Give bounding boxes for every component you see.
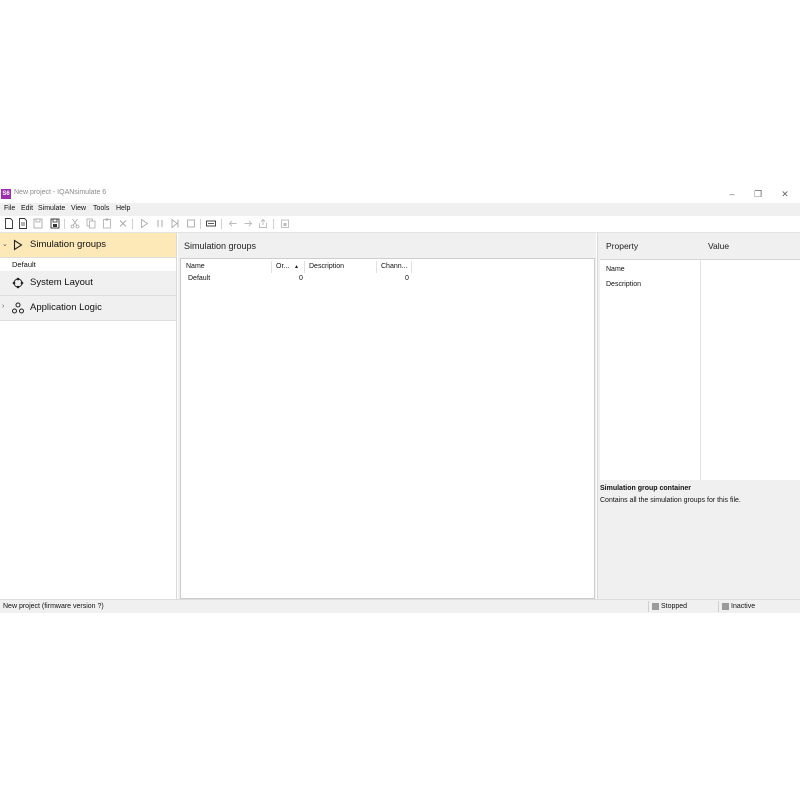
property-column-header: Property — [606, 241, 639, 251]
column-header-channels[interactable]: Chann... — [381, 263, 407, 270]
toolbar-separator — [132, 219, 133, 229]
minimize-button[interactable]: – — [725, 188, 739, 200]
fit-icon[interactable] — [206, 218, 216, 229]
toolbar-separator — [64, 219, 65, 229]
menu-tools[interactable]: Tools — [93, 205, 109, 212]
maximize-button[interactable]: ❐ — [751, 188, 765, 200]
value-column-header: Value — [708, 241, 730, 251]
toolbar — [0, 216, 800, 233]
toolbar-separator — [273, 219, 274, 229]
connection-indicator — [722, 603, 729, 610]
title-bar: S6 New project - IQANsimulate 6 – ❐ ✕ — [0, 186, 800, 203]
column-header-description[interactable]: Description — [309, 263, 344, 270]
save-as-icon[interactable] — [50, 218, 60, 229]
window-title: New project - IQANsimulate 6 — [14, 189, 107, 196]
undo-icon[interactable] — [228, 218, 238, 229]
panel-title: Simulation groups — [184, 241, 257, 251]
menu-bar: File Edit Simulate View Tools Help — [0, 203, 800, 216]
play-icon[interactable] — [139, 218, 149, 229]
simulation-groups-table: Name Or... ▲ Description Chann... Defaul… — [180, 258, 595, 599]
nav-label: System Layout — [30, 277, 93, 288]
delete-icon[interactable] — [118, 218, 128, 229]
property-description[interactable]: Description — [606, 281, 641, 288]
menu-file[interactable]: File — [4, 205, 15, 212]
simulation-groups-panel: Simulation groups Name Or... ▲ Descripti… — [178, 233, 596, 599]
property-grid: Name Description — [600, 259, 800, 480]
status-bar: New project (firmware version ?) Stopped… — [0, 599, 800, 613]
column-separator[interactable] — [304, 261, 305, 273]
column-separator[interactable] — [411, 261, 412, 273]
export-icon[interactable] — [258, 218, 268, 229]
nav-label: Application Logic — [30, 302, 102, 313]
sort-ascending-icon: ▲ — [294, 264, 299, 270]
logic-nodes-icon — [12, 302, 24, 314]
cell-name: Default — [188, 275, 211, 282]
app-window: S6 New project - IQANsimulate 6 – ❐ ✕ Fi… — [0, 186, 800, 613]
nav-system-layout[interactable]: System Layout — [0, 271, 176, 296]
properties-panel: Property Value Name Description Simulati… — [597, 233, 800, 599]
import-icon[interactable] — [280, 218, 290, 229]
connection-state: Inactive — [731, 603, 756, 610]
menu-view[interactable]: View — [71, 205, 86, 212]
close-button[interactable]: ✕ — [778, 188, 792, 200]
paste-icon[interactable] — [102, 218, 112, 229]
description-text: Contains all the simulation groups for t… — [600, 497, 741, 504]
copy-icon[interactable] — [86, 218, 96, 229]
open-file-icon[interactable] — [18, 218, 28, 229]
navigation-panel: ⌄ Simulation groups Default System Layou… — [0, 233, 177, 599]
nav-simulation-groups[interactable]: ⌄ Simulation groups — [0, 233, 176, 258]
simulation-state-indicator — [652, 603, 659, 610]
column-separator[interactable] — [271, 261, 272, 273]
toolbar-separator — [200, 219, 201, 229]
chevron-right-icon[interactable]: › — [2, 303, 4, 310]
new-file-icon[interactable] — [4, 218, 14, 229]
pause-icon[interactable] — [155, 218, 165, 229]
property-name[interactable]: Name — [606, 266, 625, 273]
toolbar-separator — [221, 219, 222, 229]
sidebar-item-default[interactable]: Default — [12, 260, 36, 269]
status-separator — [648, 601, 649, 612]
save-icon[interactable] — [33, 218, 43, 229]
step-icon[interactable] — [170, 218, 180, 229]
nav-application-logic[interactable]: › Application Logic — [0, 296, 176, 321]
project-status: New project (firmware version ?) — [3, 603, 104, 610]
menu-simulate[interactable]: Simulate — [38, 205, 65, 212]
status-separator — [718, 601, 719, 612]
cell-order: 0 — [299, 275, 303, 282]
column-header-name[interactable]: Name — [186, 263, 205, 270]
column-separator[interactable] — [376, 261, 377, 273]
description-title: Simulation group container — [600, 485, 692, 492]
play-outline-icon — [12, 239, 24, 251]
chevron-down-icon[interactable]: ⌄ — [2, 240, 8, 248]
app-icon: S6 — [1, 189, 11, 199]
network-ring-icon — [12, 277, 24, 289]
cut-icon[interactable] — [70, 218, 80, 229]
simulation-state: Stopped — [661, 603, 688, 610]
nav-label: Simulation groups — [30, 239, 107, 250]
menu-edit[interactable]: Edit — [21, 205, 33, 212]
column-divider[interactable] — [700, 260, 701, 480]
redo-icon[interactable] — [243, 218, 253, 229]
menu-help[interactable]: Help — [116, 205, 130, 212]
column-header-order[interactable]: Or... — [276, 263, 289, 270]
cell-channels: 0 — [405, 275, 409, 282]
stop-icon[interactable] — [186, 218, 196, 229]
